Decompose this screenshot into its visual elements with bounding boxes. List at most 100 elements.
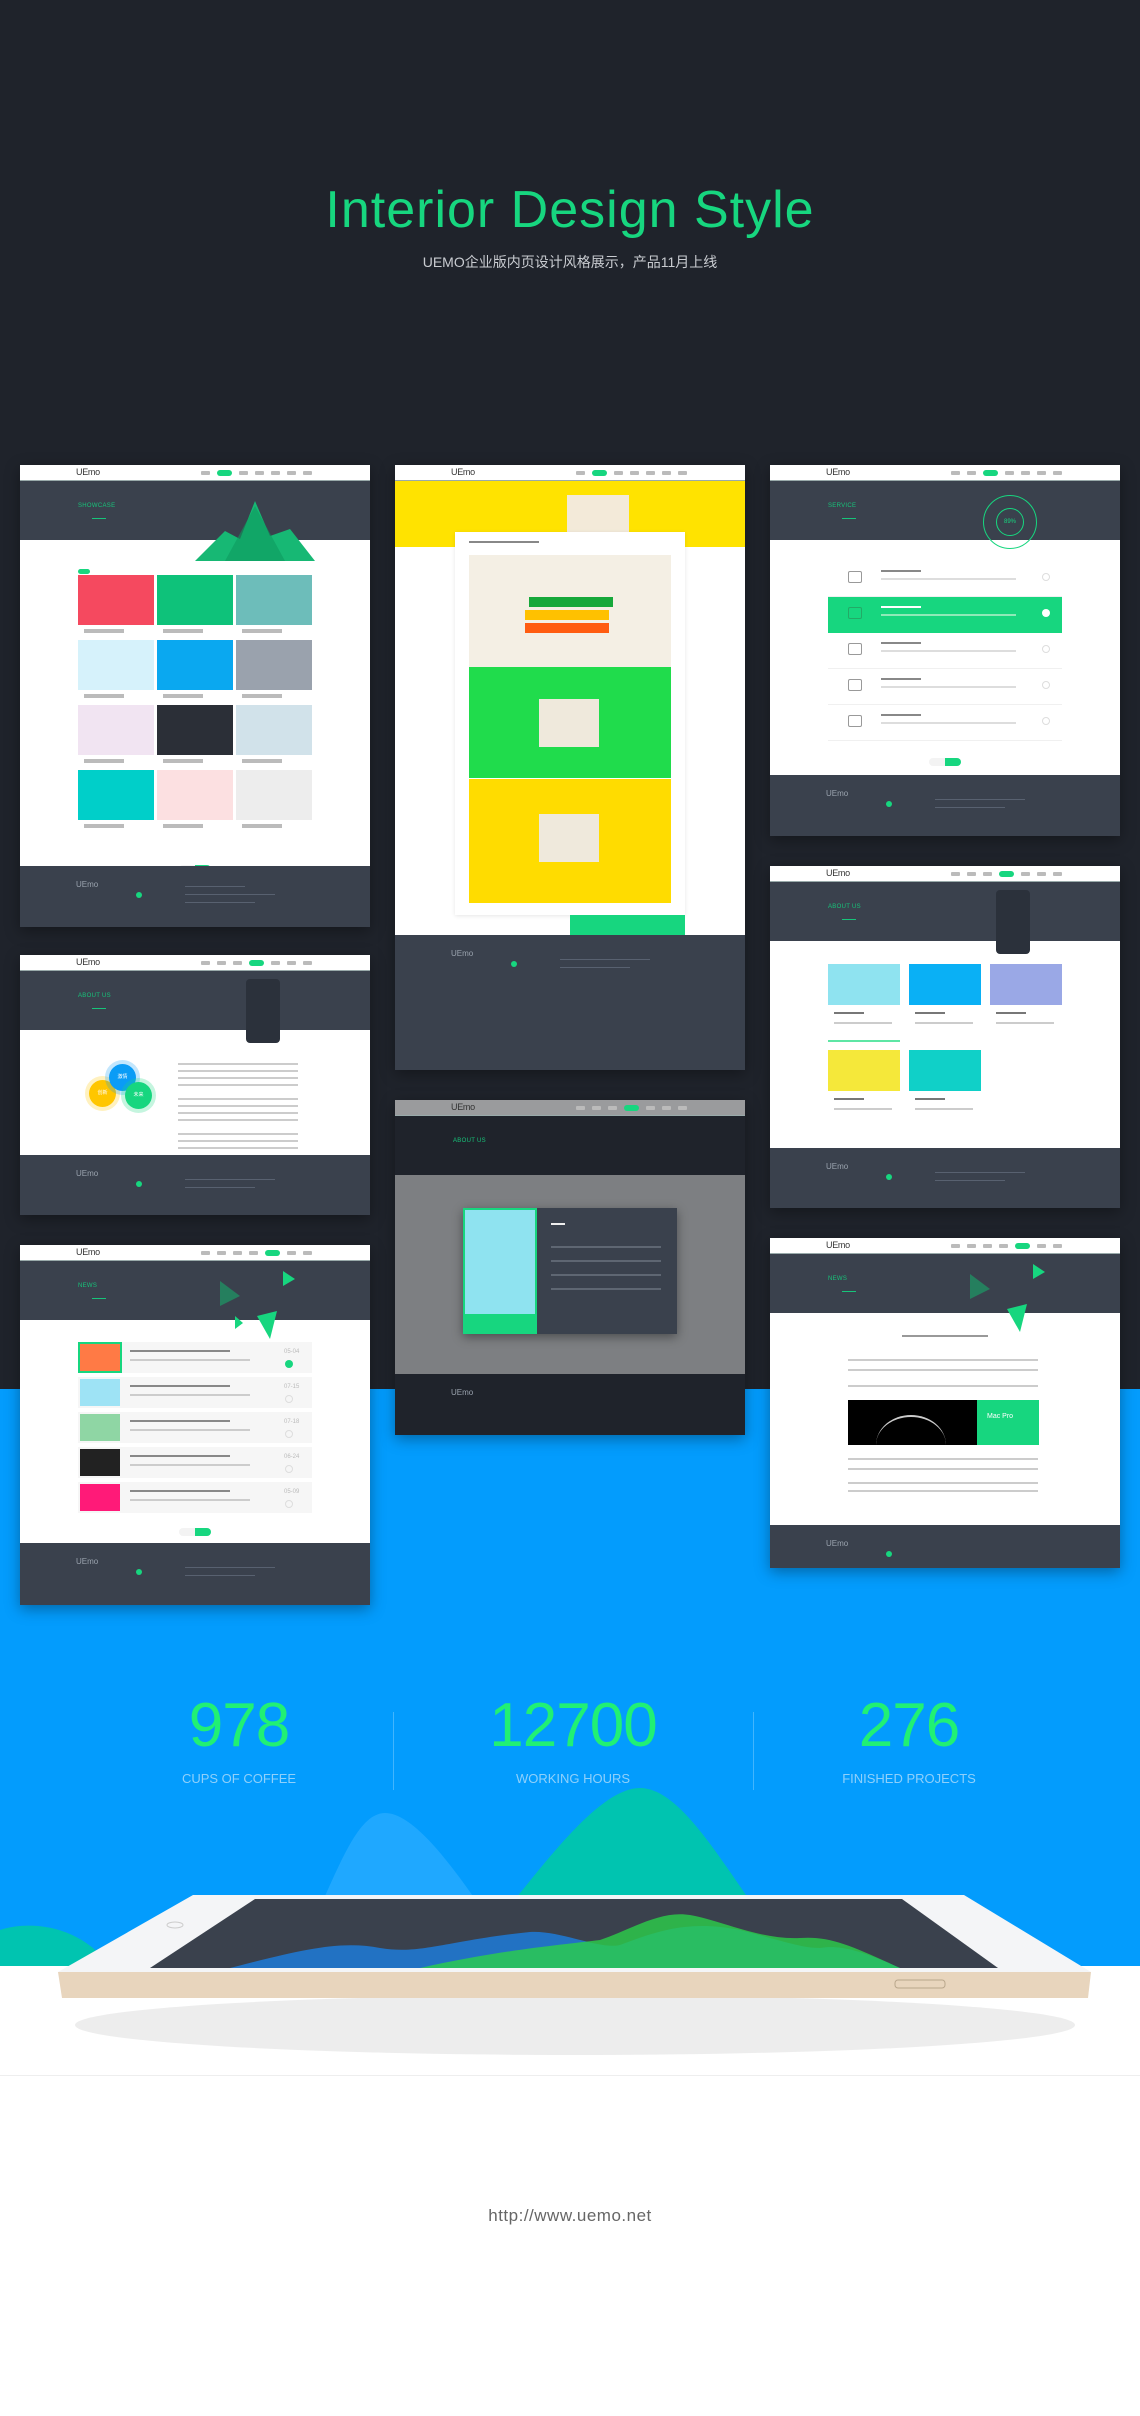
news-arrow-icon[interactable] bbox=[285, 1500, 293, 1508]
mockup-header: UEmo bbox=[20, 465, 370, 481]
team-member-card[interactable] bbox=[828, 1050, 900, 1128]
tile-image bbox=[78, 705, 154, 755]
mockup-footer: UEmo bbox=[20, 1155, 370, 1215]
more-button[interactable] bbox=[929, 758, 961, 766]
service-row[interactable] bbox=[828, 633, 1062, 669]
showcase-tile[interactable] bbox=[157, 640, 233, 698]
tile-image bbox=[157, 640, 233, 690]
news-thumbnail bbox=[80, 1414, 120, 1441]
showcase-tile[interactable] bbox=[157, 575, 233, 633]
news-row[interactable]: 05-09 bbox=[78, 1482, 312, 1513]
footer-logo: UEmo bbox=[76, 880, 99, 889]
news-row[interactable]: 06-24 bbox=[78, 1447, 312, 1478]
service-title bbox=[881, 606, 921, 608]
news-arrow-icon[interactable] bbox=[285, 1430, 293, 1438]
service-icon bbox=[848, 679, 862, 691]
news-arrow-icon[interactable] bbox=[285, 1465, 293, 1473]
mockup-footer: UEmo bbox=[395, 1374, 745, 1435]
news-excerpt bbox=[130, 1464, 250, 1466]
stat-hours-value: 12700 bbox=[489, 1691, 657, 1760]
tile-caption bbox=[163, 759, 203, 763]
news-date: 07-18 bbox=[284, 1419, 300, 1425]
footer-logo: UEmo bbox=[451, 949, 474, 958]
footer-logo: UEmo bbox=[826, 1539, 849, 1548]
showcase-tile[interactable] bbox=[78, 575, 154, 633]
nav bbox=[576, 470, 687, 476]
showcase-tile[interactable] bbox=[78, 770, 154, 828]
service-arrow-icon[interactable] bbox=[1042, 609, 1050, 617]
showcase-tile[interactable] bbox=[78, 705, 154, 763]
service-row[interactable] bbox=[828, 561, 1062, 597]
mockup-team: UEmo ABOUT US UEmo bbox=[770, 866, 1120, 1208]
service-arrow-icon[interactable] bbox=[1042, 573, 1050, 581]
news-title bbox=[130, 1455, 230, 1457]
tablet-illustration bbox=[0, 1788, 1091, 2055]
next-project-button[interactable] bbox=[570, 915, 685, 935]
mac-pro-promo: Mac Pro bbox=[977, 1400, 1039, 1445]
showcase-tile[interactable] bbox=[236, 640, 312, 698]
news-arrow-icon[interactable] bbox=[285, 1395, 293, 1403]
service-row[interactable] bbox=[828, 705, 1062, 741]
mockup-showcase: UEmo SHOWCASE UEmo bbox=[20, 465, 370, 927]
triangles-graphic bbox=[970, 1264, 1045, 1332]
filter-tab-active[interactable] bbox=[78, 569, 90, 574]
news-thumbnail bbox=[80, 1484, 120, 1511]
banner: SERVICE 89% bbox=[770, 481, 1120, 549]
news-arrow-icon[interactable] bbox=[285, 1360, 293, 1368]
tile-caption bbox=[84, 759, 124, 763]
footer-logo: UEmo bbox=[76, 1169, 99, 1178]
tile-image bbox=[157, 770, 233, 820]
member-bio bbox=[834, 1022, 892, 1024]
mockup-service: UEmo SERVICE 89% UEmo bbox=[770, 465, 1120, 836]
showcase-tile[interactable] bbox=[157, 705, 233, 763]
service-arrow-icon[interactable] bbox=[1042, 717, 1050, 725]
tile-caption bbox=[84, 824, 124, 828]
service-row[interactable] bbox=[828, 597, 1062, 633]
nav bbox=[576, 1105, 687, 1111]
showcase-tile[interactable] bbox=[78, 640, 154, 698]
showcase-tile[interactable] bbox=[236, 705, 312, 763]
tile-image bbox=[236, 640, 312, 690]
news-row[interactable]: 07-15 bbox=[78, 1377, 312, 1408]
member-bio bbox=[996, 1022, 1054, 1024]
footer-logo: UEmo bbox=[826, 1162, 849, 1171]
tile-caption bbox=[242, 759, 282, 763]
team-member-card[interactable] bbox=[828, 964, 900, 1042]
detail-panel bbox=[455, 532, 685, 915]
logo: UEmo bbox=[76, 1247, 100, 1257]
showcase-tile[interactable] bbox=[236, 575, 312, 633]
text-line bbox=[178, 1105, 298, 1107]
member-bio bbox=[834, 1108, 892, 1110]
more-button[interactable] bbox=[179, 1528, 211, 1536]
service-desc bbox=[881, 578, 1016, 580]
service-arrow-icon[interactable] bbox=[1042, 645, 1050, 653]
member-name bbox=[915, 1012, 945, 1014]
team-member-card[interactable] bbox=[990, 964, 1062, 1042]
news-row[interactable]: 07-18 bbox=[78, 1412, 312, 1443]
service-row[interactable] bbox=[828, 669, 1062, 705]
website-url-link[interactable]: http://www.uemo.net bbox=[0, 2206, 1140, 2226]
news-excerpt bbox=[130, 1394, 250, 1396]
mockup-project-detail: UEmo UEmo bbox=[395, 465, 745, 1070]
logo: UEmo bbox=[826, 467, 850, 477]
service-arrow-icon[interactable] bbox=[1042, 681, 1050, 689]
page-subtitle: UEMO企业版内页设计风格展示，产品11月上线 bbox=[422, 254, 718, 270]
team-member-card[interactable] bbox=[909, 1050, 981, 1128]
logo: UEmo bbox=[76, 957, 100, 967]
tile-image bbox=[157, 705, 233, 755]
showcase-tile[interactable] bbox=[157, 770, 233, 828]
showcase-tile[interactable] bbox=[236, 770, 312, 828]
nav bbox=[951, 470, 1062, 476]
tile-image bbox=[236, 575, 312, 625]
nav bbox=[201, 470, 312, 476]
team-member-card[interactable] bbox=[909, 964, 981, 1042]
service-title bbox=[881, 714, 921, 716]
banner-label: ABOUT US bbox=[78, 993, 111, 999]
footer-logo: UEmo bbox=[451, 1388, 474, 1397]
news-row[interactable]: 05-04 bbox=[78, 1342, 312, 1373]
mockup-footer: UEmo bbox=[770, 1148, 1120, 1208]
banner: ABOUT US bbox=[395, 1116, 745, 1175]
service-title bbox=[881, 678, 921, 680]
image-green bbox=[469, 667, 671, 778]
tile-caption bbox=[84, 694, 124, 698]
